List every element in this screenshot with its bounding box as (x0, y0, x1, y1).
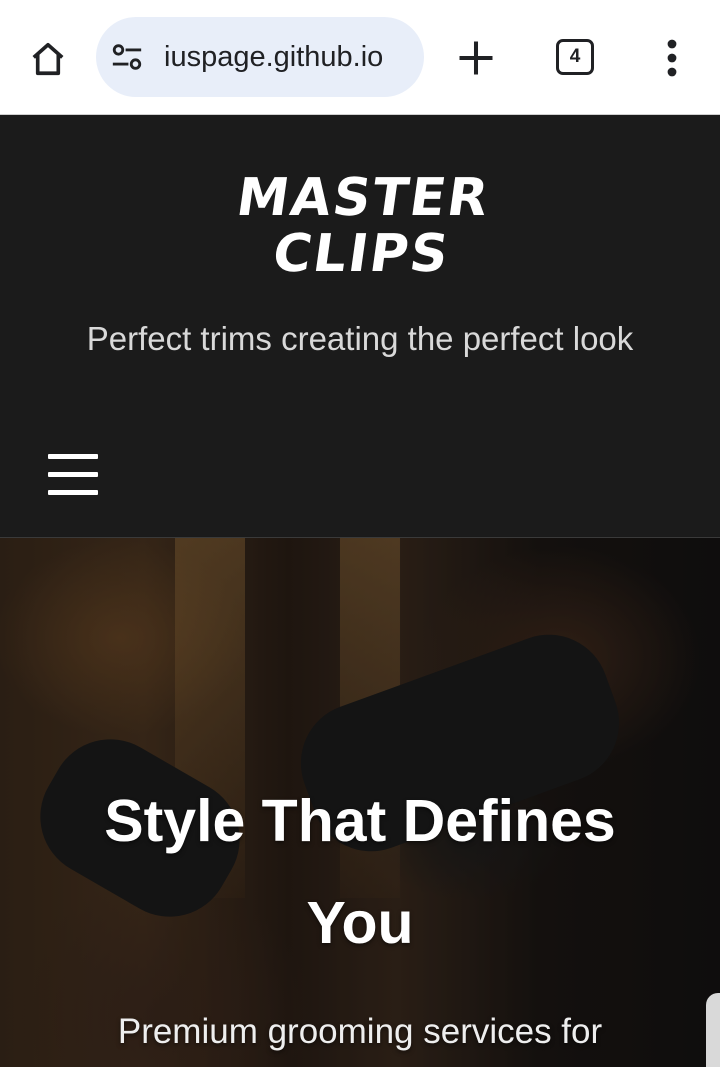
floating-widget-edge[interactable] (706, 993, 720, 1067)
logo-line-1: MASTER (233, 168, 494, 228)
home-icon[interactable] (26, 37, 70, 81)
site-header: MASTER CLIPS Perfect trims creating the … (0, 115, 720, 536)
hero-title: Style That Defines You (104, 788, 616, 956)
site-tagline: Perfect trims creating the perfect look (86, 320, 634, 357)
logo-line-2: CLIPS (269, 224, 454, 284)
browser-toolbar: iuspage.github.io 4 (0, 0, 720, 115)
hero-section: Style That Defines You Premium grooming … (0, 537, 720, 1067)
site-settings-icon[interactable] (110, 40, 144, 74)
hero-subtitle: Premium grooming services for (117, 1012, 603, 1051)
tab-switcher-button[interactable]: 4 (556, 39, 594, 75)
address-bar[interactable]: iuspage.github.io (96, 17, 424, 97)
more-vert-icon[interactable] (662, 38, 682, 78)
url-text: iuspage.github.io (164, 40, 384, 73)
hamburger-icon[interactable] (48, 452, 98, 498)
site-logo[interactable]: MASTER CLIPS (0, 165, 720, 285)
new-tab-icon[interactable] (454, 36, 498, 80)
tab-count: 4 (569, 46, 581, 67)
